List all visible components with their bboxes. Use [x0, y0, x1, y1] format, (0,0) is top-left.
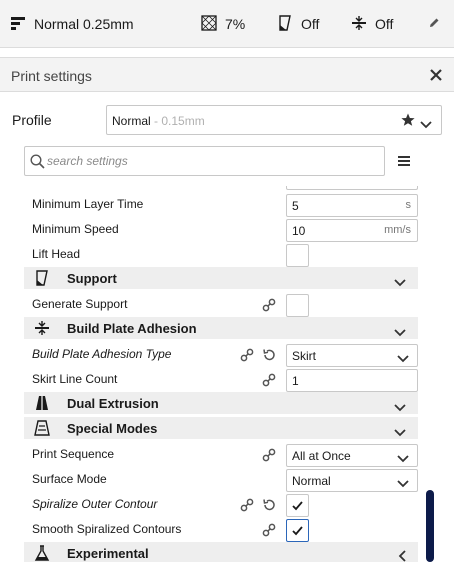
minimum-layer-time-input[interactable]: 5 s	[286, 194, 418, 217]
checkmark-icon	[291, 524, 304, 542]
smooth-spiralized-contours-checkbox[interactable]	[286, 519, 309, 542]
panel-title: Print settings	[11, 68, 92, 84]
lift-head-checkbox[interactable]	[286, 244, 309, 267]
spiralize-outer-contour-checkbox[interactable]	[286, 494, 309, 517]
setting-row-lift-head: Lift Head	[24, 242, 418, 267]
flask-icon	[34, 545, 50, 562]
setting-label: Print Sequence	[32, 447, 115, 461]
category-title: Support	[67, 271, 117, 286]
support-summary[interactable]: Off	[277, 0, 319, 48]
hamburger-icon	[398, 156, 410, 166]
category-title: Build Plate Adhesion	[67, 321, 197, 336]
adhesion-type-select[interactable]: Skirt	[286, 344, 418, 367]
support-icon	[277, 14, 293, 34]
setting-row-generate-support: Generate Support	[24, 292, 418, 317]
setting-row-skirt-line-count: Skirt Line Count 1	[24, 367, 418, 392]
category-dual-extrusion[interactable]: Dual Extrusion	[24, 392, 418, 414]
infill-icon	[201, 14, 217, 34]
surface-mode-select[interactable]: Normal	[286, 469, 418, 492]
chevron-left-icon	[398, 549, 406, 562]
settings-menu-button[interactable]	[396, 153, 412, 169]
reset-icon[interactable]	[262, 498, 276, 517]
category-support[interactable]: Support	[24, 267, 418, 289]
pencil-icon	[428, 16, 440, 32]
category-experimental[interactable]: Experimental	[24, 542, 418, 562]
setting-label: Minimum Layer Time	[32, 197, 144, 211]
category-special-modes[interactable]: Special Modes	[24, 417, 418, 439]
reset-icon[interactable]	[262, 348, 276, 367]
setting-label: Skirt Line Count	[32, 372, 118, 386]
chevron-down-icon	[394, 399, 406, 417]
settings-scrollbar[interactable]	[426, 490, 434, 562]
chevron-down-icon	[397, 352, 409, 366]
edit-button[interactable]	[428, 0, 440, 48]
category-title: Dual Extrusion	[67, 396, 159, 411]
support-icon	[34, 270, 50, 291]
close-icon	[430, 69, 442, 81]
adhesion-value: Off	[375, 16, 394, 32]
infill-value: 7%	[225, 16, 246, 32]
category-title: Special Modes	[67, 421, 158, 436]
adhesion-icon	[34, 320, 50, 341]
skirt-line-count-input[interactable]: 1	[286, 369, 418, 392]
infill-summary[interactable]: 7%	[201, 0, 245, 48]
setting-label: Minimum Speed	[32, 222, 119, 236]
setting-row-adhesion-type: Build Plate Adhesion Type Skirt	[24, 342, 418, 367]
setting-row-spiralize-outer-contour: Spiralize Outer Contour	[24, 492, 418, 517]
profile-layer-height: - 0.15mm	[150, 114, 205, 128]
chevron-down-icon	[394, 274, 406, 292]
chevron-down-icon	[420, 116, 432, 134]
minimum-speed-input[interactable]: 10 mm/s	[286, 219, 418, 242]
chevron-down-icon	[397, 452, 409, 466]
link-icon[interactable]	[262, 448, 276, 467]
print-setup-summary-bar[interactable]: Normal 0.25mm 7% Off Off	[0, 0, 454, 48]
setting-row-minimum-layer-time: Minimum Layer Time 5 s	[24, 192, 418, 217]
setting-label: Surface Mode	[32, 472, 107, 486]
print-settings-header: Print settings	[0, 57, 454, 92]
profile-summary[interactable]: Normal 0.25mm	[10, 0, 134, 48]
chevron-down-icon	[394, 324, 406, 342]
star-icon[interactable]	[401, 113, 415, 132]
profile-summary-label: Normal 0.25mm	[34, 16, 134, 32]
link-icon[interactable]	[262, 523, 276, 542]
special-modes-icon	[34, 420, 50, 441]
print-sequence-select[interactable]: All at Once	[286, 444, 418, 467]
setting-row-print-sequence: Print Sequence All at Once	[24, 442, 418, 467]
chevron-down-icon	[394, 424, 406, 442]
search-icon	[30, 154, 45, 174]
category-title: Experimental	[67, 546, 149, 561]
adhesion-summary[interactable]: Off	[351, 0, 393, 48]
clipped-field	[286, 186, 418, 190]
link-icon[interactable]	[262, 373, 276, 392]
generate-support-checkbox[interactable]	[286, 294, 309, 317]
dual-extrusion-icon	[34, 395, 50, 416]
checkmark-icon	[291, 499, 304, 517]
profile-select[interactable]: Normal - 0.15mm	[106, 105, 442, 135]
setting-label: Smooth Spiralized Contours	[32, 522, 182, 536]
setting-label: Lift Head	[32, 247, 81, 261]
adhesion-icon	[351, 15, 367, 34]
support-value: Off	[301, 16, 320, 32]
category-build-plate-adhesion[interactable]: Build Plate Adhesion	[24, 317, 418, 339]
setting-label: Build Plate Adhesion Type	[32, 347, 172, 361]
search-input[interactable]	[47, 151, 377, 171]
setting-label: Spiralize Outer Contour	[32, 497, 158, 511]
profile-name: Normal	[112, 114, 151, 128]
close-button[interactable]	[428, 67, 444, 83]
link-icon[interactable]	[240, 498, 254, 517]
setting-row-smooth-spiralized-contours: Smooth Spiralized Contours	[24, 517, 418, 542]
profile-label: Profile	[12, 112, 52, 128]
link-icon[interactable]	[240, 348, 254, 367]
chevron-down-icon	[397, 477, 409, 491]
settings-list[interactable]: Minimum Layer Time 5 s Minimum Speed 10 …	[0, 186, 454, 562]
setting-row-minimum-speed: Minimum Speed 10 mm/s	[24, 217, 418, 242]
profile-icon	[10, 15, 26, 34]
setting-row-surface-mode: Surface Mode Normal	[24, 467, 418, 492]
link-icon[interactable]	[262, 298, 276, 317]
setting-label: Generate Support	[32, 297, 128, 311]
search-box[interactable]	[24, 146, 385, 176]
